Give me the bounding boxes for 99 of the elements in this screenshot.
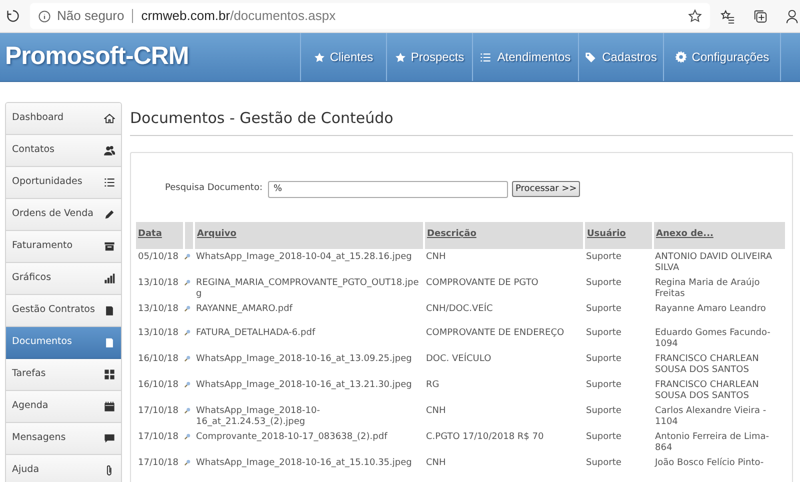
document-icon (104, 305, 115, 316)
description-text: C.PGTO 17/10/2018 R$ 70 (426, 432, 545, 442)
date-text: 16/10/18 (138, 354, 180, 364)
magnifier-icon[interactable] (184, 304, 191, 312)
user-text: Suporte (586, 432, 622, 442)
file-name[interactable]: Comprovante_2018-10-17_083638_(2).pdf (196, 432, 422, 442)
process-button[interactable]: Processar >> (512, 181, 580, 197)
magnifier-icon[interactable] (184, 380, 191, 388)
security-label: Não seguro (57, 7, 124, 26)
sidebar-item[interactable]: Gráficos (6, 263, 121, 295)
date-text: 16/10/18 (138, 380, 180, 390)
attached-to-text: João Bosco Felício Pinto- (655, 458, 765, 468)
info-icon[interactable] (38, 10, 51, 22)
magnifier-icon[interactable] (184, 328, 191, 336)
sidebar-item[interactable]: Agenda (6, 391, 121, 423)
bar-chart-icon (104, 273, 115, 284)
date-text: 13/10/18 (138, 278, 180, 288)
file-name[interactable]: FATURA_DETALHADA-6.pdf (196, 328, 422, 338)
magnifier-icon[interactable] (184, 406, 191, 414)
magnifier-icon[interactable] (184, 252, 191, 260)
description-text: CNH (426, 458, 447, 468)
sidebar-item[interactable]: Dashboard (6, 103, 121, 135)
profile-icon[interactable] (786, 8, 800, 24)
list-icon (480, 52, 492, 62)
reload-icon[interactable] (6, 9, 20, 23)
sidebar-item[interactable]: Faturamento (6, 231, 121, 263)
date-text: 17/10/18 (138, 432, 180, 442)
column-header[interactable]: Arquivo (197, 229, 236, 240)
star-icon (314, 52, 325, 62)
sidebar-item[interactable]: Gestão Contratos (6, 295, 121, 327)
description-text: DOC. VEÍCULO (426, 354, 492, 364)
document-icon (104, 337, 115, 348)
attached-to-text: Rayanne Amaro Leandro (655, 304, 767, 314)
user-text: Suporte (586, 406, 622, 416)
search-label: Pesquisa Documento: (165, 182, 262, 196)
grid-icon (104, 369, 115, 380)
sidebar-item[interactable]: Contatos (6, 135, 121, 167)
calendar-icon (104, 401, 115, 412)
description-text: CNH (426, 252, 447, 262)
sidebar-item[interactable]: Oportunidades (6, 167, 121, 199)
magnifier-icon[interactable] (184, 458, 191, 466)
magnifier-icon[interactable] (184, 278, 191, 286)
page-title: Documentos - Gestão de Conteúdo (130, 107, 793, 136)
description-text: RG (426, 380, 440, 390)
pencil-icon (104, 209, 115, 220)
home-icon (104, 113, 115, 124)
star-icon[interactable] (688, 9, 702, 23)
date-text: 13/10/18 (138, 328, 180, 338)
file-name[interactable]: WhatsApp_Image_2018-10-16_at_13.21.30.jpeg (196, 380, 422, 390)
list-icon (104, 177, 115, 188)
favorites-icon[interactable] (720, 8, 735, 24)
date-text: 17/10/18 (138, 406, 180, 416)
users-icon (104, 145, 115, 156)
attached-to-text: FRANCISCO CHARLEAN SOUSA DOS SANTOS (655, 354, 760, 376)
description-text: COMPROVANTE DE PGTO (426, 278, 540, 288)
user-text: Suporte (586, 252, 622, 262)
sidebar-item[interactable]: Ajuda (6, 455, 121, 482)
address-field[interactable]: crmweb.com.br/documentos.aspx (141, 6, 336, 26)
column-header[interactable]: Anexo de... (656, 229, 714, 240)
description-text: CNH/DOC.VEÍC (426, 304, 494, 314)
column-header[interactable]: Descrição (427, 229, 476, 240)
user-text: Suporte (586, 304, 622, 314)
sidebar-item[interactable]: Mensagens (6, 423, 121, 455)
file-name[interactable]: WhatsApp_Image_2018-10-16_at_13.09.25.jpeg (196, 354, 422, 364)
file-name[interactable]: WhatsApp_Image_2018-10-16_at_15.10.35.jpeg (196, 458, 422, 468)
user-text: Suporte (586, 380, 622, 390)
date-text: 05/10/18 (138, 252, 180, 262)
sidebar-item[interactable]: Tarefas (6, 359, 121, 391)
attached-to-text: Carlos Alexandre Vieira - 1104 (655, 406, 768, 428)
magnifier-icon[interactable] (184, 432, 191, 440)
file-name[interactable]: WhatsApp_Image_2018-10-04_at_15.28.16.jpeg (196, 252, 422, 262)
user-text: Suporte (586, 278, 622, 288)
attached-to-text: Eduardo Gomes Facundo-1094 (655, 328, 772, 350)
star-icon (394, 52, 406, 62)
attached-to-text: FRANCISCO CHARLEAN SOUSA DOS SANTOS (655, 380, 760, 402)
search-field[interactable]: % (268, 180, 508, 198)
date-text: 17/10/18 (138, 458, 180, 468)
description-text: CNH (426, 406, 447, 416)
file-name[interactable]: REGINA_MARIA_COMPROVANTE_PGTO_OUT18.jpeg (196, 278, 422, 300)
magnifier-icon[interactable] (184, 354, 191, 362)
date-text: 13/10/18 (138, 304, 180, 314)
sidebar-item[interactable]: Documentos (6, 327, 121, 359)
collections-icon[interactable] (753, 8, 768, 24)
user-text: Suporte (586, 354, 622, 364)
user-text: Suporte (586, 328, 622, 338)
file-name[interactable]: WhatsApp_Image_2018-10-16_at_21.24.53_(2).jpeg (196, 406, 422, 428)
chat-icon (104, 433, 115, 444)
file-name[interactable]: RAYANNE_AMARO.pdf (196, 304, 422, 314)
user-text: Suporte (586, 458, 622, 468)
gear-icon (674, 51, 687, 63)
sidebar-item[interactable]: Ordens de Venda (6, 199, 121, 231)
description-text: COMPROVANTE DE ENDEREÇO (426, 328, 566, 338)
column-header[interactable]: Data (138, 229, 162, 240)
attached-to-text: Regina Maria de Araújo Freitas (655, 278, 761, 300)
archive-icon (104, 241, 115, 252)
attached-to-text: Antonio Ferreira de Lima-864 (655, 432, 770, 454)
attached-to-text: ANTONIO DAVID OLIVEIRA SILVA (655, 252, 774, 274)
column-header[interactable]: Usuário (587, 229, 626, 240)
tag-icon (585, 52, 596, 62)
